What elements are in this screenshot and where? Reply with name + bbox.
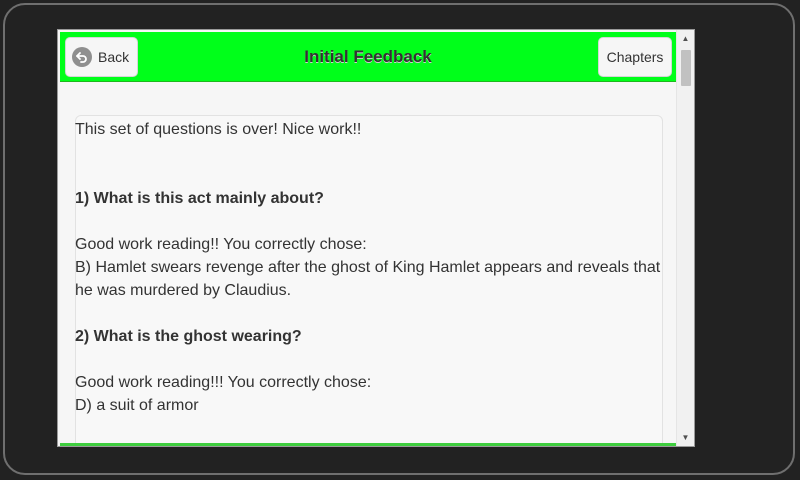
- scroll-up-arrow-icon[interactable]: ▲: [677, 30, 694, 47]
- scroll-down-arrow-icon[interactable]: ▼: [677, 429, 694, 446]
- question-2: 2) What is the ghost wearing?: [75, 328, 302, 345]
- chapters-button[interactable]: Chapters: [598, 37, 672, 77]
- device-background: Initial Feedback Back Chapters This set …: [0, 0, 800, 480]
- header-bar: Initial Feedback Back Chapters: [60, 32, 676, 82]
- question-1: 1) What is this act mainly about?: [75, 190, 324, 207]
- scrollbar-thumb[interactable]: [681, 50, 691, 86]
- answer-2: D) a suit of armor: [75, 397, 199, 414]
- feedback-text: This set of questions is over! Nice work…: [75, 118, 665, 417]
- intro-text: This set of questions is over! Nice work…: [75, 121, 362, 138]
- page-title: Initial Feedback: [304, 47, 432, 66]
- answer-1: B) Hamlet swears revenge after the ghost…: [75, 259, 661, 299]
- chapters-button-label: Chapters: [606, 49, 664, 65]
- back-button[interactable]: Back: [65, 37, 138, 77]
- bottom-divider: [60, 443, 676, 446]
- back-arrow-circle-icon: [72, 47, 92, 67]
- scrollbar[interactable]: ▲ ▼: [676, 30, 694, 446]
- feedback-2: Good work reading!!! You correctly chose…: [75, 374, 372, 391]
- app-window: Initial Feedback Back Chapters This set …: [57, 29, 695, 447]
- feedback-1: Good work reading!! You correctly chose:: [75, 236, 367, 253]
- back-button-label: Back: [98, 49, 130, 65]
